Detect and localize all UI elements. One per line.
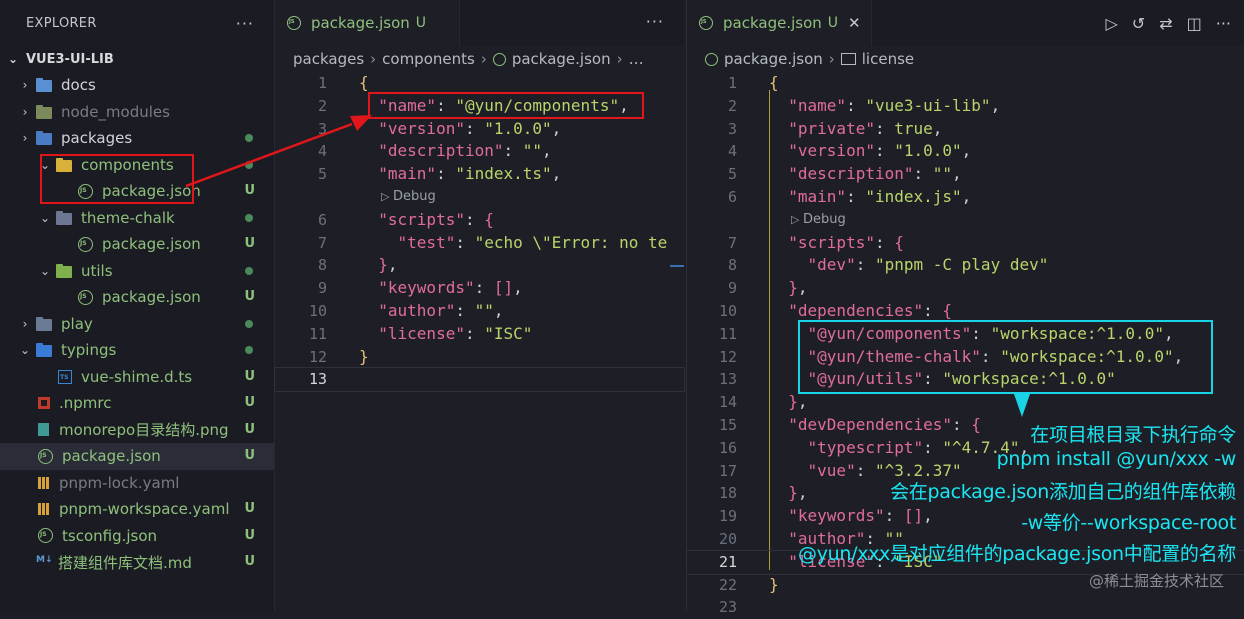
annotation-line: pnpm install @yun/xxx -w bbox=[996, 448, 1237, 470]
annotation-line: -w等价--workspace-root bbox=[1021, 512, 1236, 534]
watermark: @稀土掘金技术社区 bbox=[1088, 572, 1224, 590]
highlight-box-dependencies bbox=[798, 320, 1213, 394]
annotation-line: @yun/xxx是对应组件的package.json中配置的名称 bbox=[798, 543, 1236, 565]
annotation-line: 会在package.json添加自己的组件库依赖 bbox=[890, 481, 1236, 503]
annotation-line: 在项目根目录下执行命令 bbox=[1030, 424, 1236, 446]
